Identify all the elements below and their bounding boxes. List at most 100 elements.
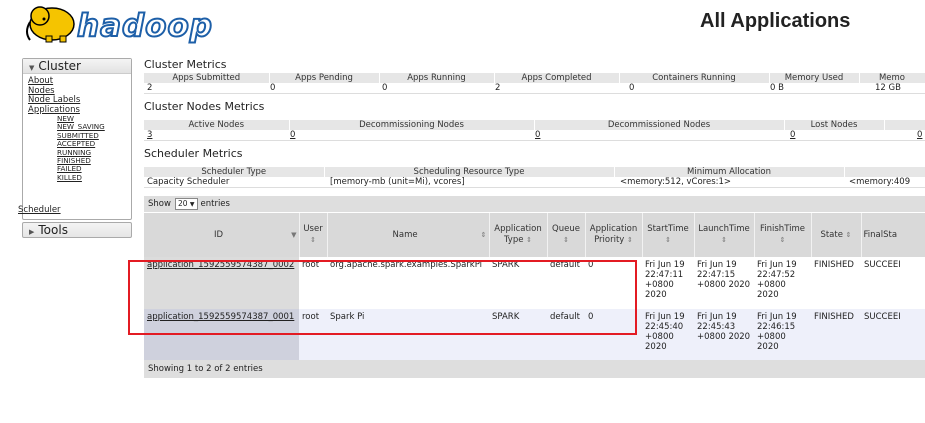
scheduler-metrics-title: Scheduler Metrics	[144, 147, 243, 160]
show-entries-prefix: Show	[148, 199, 171, 209]
value-minimum-allocation: <memory:512, vCores:1>	[614, 177, 844, 188]
col-header-id[interactable]: ID ▼	[144, 213, 300, 257]
app-queue: default	[550, 260, 580, 270]
cluster-nav-label: Cluster	[38, 59, 81, 73]
col-header-application-priority[interactable]: Application Priority ⇕	[585, 213, 643, 257]
triangle-down-icon: ▼	[29, 64, 35, 72]
cluster-nav-header[interactable]: ▼ Cluster	[23, 59, 131, 74]
cluster-metrics-title: Cluster Metrics	[144, 58, 227, 71]
cluster-nav-links: About Nodes Node Labels Applications NEW…	[28, 76, 105, 182]
app-final-status: SUCCEEI	[864, 312, 901, 322]
app-name: Spark Pi	[330, 312, 365, 322]
app-final-status: SUCCEEI	[864, 260, 901, 270]
scheduler-metrics-table: Scheduler Type Scheduling Resource Type …	[144, 167, 925, 188]
col-header-application-type[interactable]: Application Type ⇕	[489, 213, 548, 257]
logo-wordmark: hadoop	[77, 8, 213, 44]
value-decommissioned-nodes[interactable]: 0	[534, 130, 784, 141]
app-name: org.apache.spark.examples.SparkPi	[330, 260, 483, 270]
app-queue: default	[550, 312, 580, 322]
header-memory-used: Memory Used	[769, 73, 860, 83]
col-header-finishtime[interactable]: FinishTime ⇕	[754, 213, 812, 257]
app-finish-time: Fri Jun 19 22:47:52 +0800 2020	[757, 260, 797, 300]
col-header-launchtime[interactable]: LaunchTime ⇕	[694, 213, 755, 257]
hadoop-logo: hadoop	[26, 6, 213, 44]
value-decommissioning-nodes[interactable]: 0	[289, 130, 534, 141]
app-id-link[interactable]: application_1592559574387_0001	[144, 309, 299, 367]
cluster-nodes-metrics-table: Active Nodes Decommissioning Nodes Decom…	[144, 120, 925, 141]
col-header-final-status[interactable]: FinalSta	[861, 213, 925, 257]
header-maximum-allocation	[844, 167, 925, 177]
value-lost-nodes[interactable]: 0	[784, 130, 884, 141]
value-maximum-allocation: <memory:409	[844, 177, 925, 188]
applications-table: ID ▼ User ⇕ Name ⇕ Application Type ⇕ Queue…	[144, 213, 925, 367]
show-entries-suffix: entries	[200, 199, 230, 209]
sort-icon: ⇕	[721, 236, 727, 244]
value-active-nodes[interactable]: 3	[144, 130, 289, 141]
col-header-queue[interactable]: Queue ⇕	[547, 213, 586, 257]
table-info-text: Showing 1 to 2 of 2 entries	[148, 364, 263, 374]
entries-per-page-select[interactable]: 20 ▼	[174, 197, 198, 210]
header-minimum-allocation: Minimum Allocation	[614, 167, 845, 177]
value-scheduler-type: Capacity Scheduler	[144, 177, 324, 188]
sort-desc-icon: ▼	[291, 230, 297, 239]
sort-icon: ⇕	[665, 236, 671, 244]
header-apps-completed: Apps Completed	[494, 73, 620, 83]
col-header-name[interactable]: Name ⇕	[327, 213, 490, 257]
value-memory-used: 0 B	[769, 83, 859, 94]
table-info-bar: Showing 1 to 2 of 2 entries	[144, 360, 925, 378]
header-apps-pending: Apps Pending	[269, 73, 380, 83]
tools-nav-header[interactable]: ▶ Tools	[22, 222, 132, 238]
value-apps-submitted: 2	[144, 83, 269, 94]
tools-nav-label: Tools	[38, 223, 68, 237]
app-priority: 0	[588, 260, 594, 270]
value-memory-total: 12 GB	[859, 83, 925, 94]
app-state: FINISHED	[814, 312, 854, 322]
sort-icon: ⇕	[526, 236, 533, 244]
app-finish-time: Fri Jun 19 22:46:15 +0800 2020	[757, 312, 797, 352]
col-header-state[interactable]: State ⇕	[811, 213, 862, 257]
app-user: root	[302, 312, 320, 322]
header-decommissioning-nodes: Decommissioning Nodes	[289, 120, 535, 130]
app-launch-time: Fri Jun 19 22:45:43 +0800 2020	[697, 312, 751, 342]
value-scheduling-resource-type: [memory-mb (unit=Mi), vcores]	[324, 177, 614, 188]
value-apps-completed: 2	[494, 83, 619, 94]
sort-icon: ⇕	[779, 236, 786, 244]
nav-link-scheduler[interactable]: Scheduler	[18, 205, 61, 215]
elephant-icon	[26, 6, 75, 43]
col-header-user[interactable]: User ⇕	[299, 213, 328, 257]
sort-icon: ⇕	[480, 230, 487, 239]
page-title: All Applications	[700, 10, 851, 32]
value-containers-running: 0	[619, 83, 769, 94]
app-type: SPARK	[492, 260, 520, 270]
header-unhealthy-nodes	[884, 120, 925, 130]
triangle-right-icon: ▶	[29, 228, 35, 236]
header-apps-submitted: Apps Submitted	[144, 73, 270, 83]
header-active-nodes: Active Nodes	[144, 120, 290, 130]
header-decommissioned-nodes: Decommissioned Nodes	[534, 120, 785, 130]
header-scheduler-type: Scheduler Type	[144, 167, 325, 177]
table-row: application_1592559574387_0002 root org.…	[144, 257, 925, 309]
value-apps-running: 0	[379, 83, 494, 94]
show-entries-bar: Show 20 ▼ entries	[144, 196, 925, 212]
header-lost-nodes: Lost Nodes	[784, 120, 885, 130]
cluster-nav-panel: ▼ Cluster About Nodes Node Labels Applica…	[18, 58, 132, 220]
app-start-time: Fri Jun 19 22:47:11 +0800 2020	[645, 260, 685, 300]
chevron-down-icon: ▼	[189, 200, 195, 208]
cluster-nodes-metrics-title: Cluster Nodes Metrics	[144, 100, 265, 113]
sort-icon: ⇕	[845, 230, 852, 239]
col-header-starttime[interactable]: StartTime ⇕	[642, 213, 695, 257]
sort-icon: ⇕	[563, 236, 569, 244]
app-user: root	[302, 260, 320, 270]
nav-state-killed[interactable]: KILLED	[28, 173, 105, 182]
table-row: application_1592559574387_0001 root Spar…	[144, 309, 925, 367]
sort-icon: ⇕	[310, 236, 316, 244]
app-id-link[interactable]: application_1592559574387_0002	[144, 257, 299, 309]
value-unhealthy-nodes[interactable]: 0	[884, 130, 925, 141]
app-state: FINISHED	[814, 260, 854, 270]
cluster-metrics-table: Apps Submitted Apps Pending Apps Running…	[144, 73, 925, 94]
app-start-time: Fri Jun 19 22:45:40 +0800 2020	[645, 312, 685, 352]
header-containers-running: Containers Running	[619, 73, 770, 83]
header-apps-running: Apps Running	[379, 73, 495, 83]
value-apps-pending: 0	[269, 83, 379, 94]
header-memory-total: Memo	[859, 73, 925, 83]
